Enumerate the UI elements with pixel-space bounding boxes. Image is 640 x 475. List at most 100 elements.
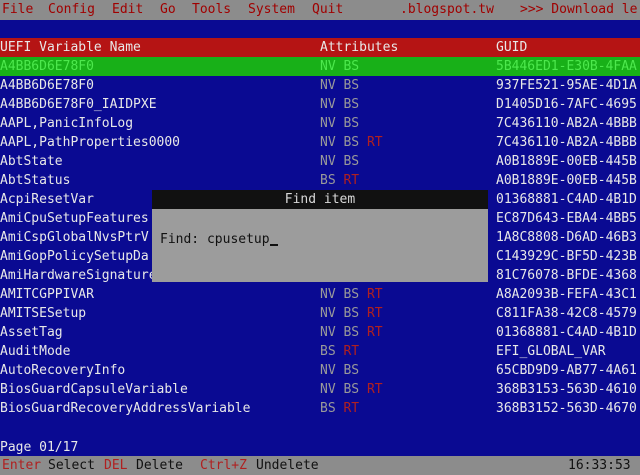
- enter-key-hint: Enter: [2, 458, 42, 473]
- ctrlz-key-hint: Ctrl+Z: [200, 458, 247, 473]
- table-row[interactable]: A4BB6D6E78F0 NV BS 937FE521-95AE-4D1A: [0, 76, 640, 95]
- variable-name: AmiGopPolicySetupDa: [0, 249, 149, 264]
- table-row[interactable]: AutoRecoveryInfo NV BS 65CBD9D9-AB77-4A61: [0, 361, 640, 380]
- attribute-flag: BS: [343, 363, 360, 378]
- attribute-flag: RT: [366, 325, 383, 340]
- variable-guid: A0B1889E-00EB-445B: [496, 154, 637, 169]
- find-field-row: Find: cpusetup: [160, 230, 278, 249]
- variable-name: A4BB6D6E78F0_IAIDPXE: [0, 97, 157, 112]
- variable-name: AMITSESetup: [0, 306, 87, 321]
- attribute-flag: NV: [320, 59, 336, 74]
- variable-name: AcpiResetVar: [0, 192, 94, 207]
- attribute-flag: RT: [343, 401, 360, 416]
- table-row[interactable]: A4BB6D6E78F0 NV BS 5B446ED1-E30B-4FAA: [0, 57, 640, 76]
- variable-name: BiosGuardCapsuleVariable: [0, 382, 188, 397]
- attribute-flag: BS: [343, 116, 360, 131]
- attribute-flag: BS: [343, 59, 360, 74]
- attribute-flag: NV: [320, 325, 336, 340]
- variable-name: AMITCGPPIVAR: [0, 287, 94, 302]
- variable-attributes: NV BS: [320, 361, 359, 380]
- table-row[interactable]: AbtStatus BS RT A0B1889E-00EB-445B: [0, 171, 640, 190]
- attribute-flag: NV: [320, 154, 336, 169]
- attribute-flag: BS: [343, 287, 360, 302]
- variable-name: AAPL,PanicInfoLog: [0, 116, 134, 131]
- variable-attributes: NV BS: [320, 114, 359, 133]
- attribute-flag: BS: [343, 154, 360, 169]
- variable-name: AAPL,PathProperties0000: [0, 135, 181, 150]
- menu-config[interactable]: Config: [48, 0, 95, 20]
- variable-guid: 81C76078-BFDE-4368: [496, 268, 637, 283]
- variable-name: A4BB6D6E78F0: [0, 59, 94, 74]
- delete-label[interactable]: Delete: [136, 456, 183, 475]
- select-label[interactable]: Select: [48, 456, 95, 475]
- table-row[interactable]: BiosGuardCapsuleVariable NV BS RT 368B3153…: [0, 380, 640, 399]
- table-row[interactable]: AuditMode BS RT EFI_GLOBAL_VAR: [0, 342, 640, 361]
- find-input[interactable]: cpusetup: [207, 232, 270, 247]
- variable-name: AssetTag: [0, 325, 63, 340]
- table-row[interactable]: AssetTag NV BS RT 01368881-C4AD-4B1D: [0, 323, 640, 342]
- menu-bar: File Config Edit Go Tools System Quit .b…: [0, 0, 640, 20]
- variable-name: AutoRecoveryInfo: [0, 363, 126, 378]
- attribute-flag: BS: [343, 78, 360, 93]
- variable-attributes: NV BS: [320, 76, 359, 95]
- variable-guid: 5B446ED1-E30B-4FAA: [496, 59, 637, 74]
- variable-guid: 7C436110-AB2A-4BBB: [496, 135, 637, 150]
- variable-name: AmiCspGlobalNvsPtrV: [0, 230, 149, 245]
- attribute-flag: RT: [366, 382, 383, 397]
- attribute-flag: NV: [320, 363, 336, 378]
- attribute-flag: RT: [366, 135, 383, 150]
- attribute-flag: BS: [320, 401, 336, 416]
- variable-guid: 01368881-C4AD-4B1D: [496, 192, 637, 207]
- table-row[interactable]: BiosGuardRecoveryAddressVariable BS RT 368…: [0, 399, 640, 418]
- variable-guid: 368B3153-563D-4610: [496, 382, 637, 397]
- variable-name: AmiCpuSetupFeatures: [0, 211, 149, 226]
- page-bar: Page 01/17: [0, 438, 640, 457]
- variable-attributes: BS RT: [320, 171, 359, 190]
- undelete-label[interactable]: Undelete: [256, 456, 319, 475]
- variable-attributes: BS RT: [320, 399, 359, 418]
- menu-file[interactable]: File: [2, 0, 33, 20]
- attribute-flag: BS: [343, 382, 360, 397]
- menu-system[interactable]: System: [248, 0, 295, 20]
- attribute-flag: NV: [320, 78, 336, 93]
- variable-name: A4BB6D6E78F0: [0, 78, 94, 93]
- variable-guid: C811FA38-42C8-4579: [496, 306, 637, 321]
- attribute-flag: BS: [320, 173, 336, 188]
- attribute-flag: RT: [366, 287, 383, 302]
- attribute-flag: NV: [320, 97, 336, 112]
- variable-attributes: NV BS RT: [320, 323, 383, 342]
- banner-blog: .blogspot.tw: [400, 2, 494, 17]
- status-bar: Enter Select DEL Delete Ctrl+Z Undelete …: [0, 456, 640, 475]
- attribute-flag: NV: [320, 382, 336, 397]
- table-row[interactable]: AMITSESetup NV BS RT C811FA38-42C8-4579: [0, 304, 640, 323]
- table-row[interactable]: A4BB6D6E78F0_IAIDPXE NV BS D1405D16-7AFC-4…: [0, 95, 640, 114]
- table-row[interactable]: AbtState NV BS A0B1889E-00EB-445B: [0, 152, 640, 171]
- variable-attributes: NV BS RT: [320, 133, 383, 152]
- variable-name: AuditMode: [0, 344, 71, 359]
- variable-guid: C143929C-BF5D-423B: [496, 249, 637, 264]
- variable-attributes: NV BS RT: [320, 285, 383, 304]
- table-row[interactable]: AAPL,PathProperties0000 NV BS RT 7C436110-…: [0, 133, 640, 152]
- attribute-flag: BS: [343, 135, 360, 150]
- attribute-flag: BS: [320, 344, 336, 359]
- variable-guid: 1A8C8808-D6AD-46B3: [496, 230, 637, 245]
- variable-name: AbtStatus: [0, 173, 71, 188]
- table-header: UEFI Variable Name Attributes GUID: [0, 38, 640, 57]
- variable-guid: 7C436110-AB2A-4BBB: [496, 116, 637, 131]
- banner-download: >>> Download le: [520, 2, 638, 17]
- text-cursor: [269, 244, 278, 246]
- header-name: UEFI Variable Name: [0, 40, 141, 55]
- page-indicator: Page 01/17: [0, 440, 79, 455]
- table-row[interactable]: AMITCGPPIVAR NV BS RT A8A2093B-FEFA-43C1: [0, 285, 640, 304]
- menu-quit[interactable]: Quit: [312, 0, 343, 20]
- variable-attributes: NV BS: [320, 57, 359, 76]
- variable-guid: 01368881-C4AD-4B1D: [496, 325, 637, 340]
- find-label: Find:: [160, 232, 200, 247]
- attribute-flag: BS: [343, 325, 360, 340]
- table-row[interactable]: AAPL,PanicInfoLog NV BS 7C436110-AB2A-4BBB: [0, 114, 640, 133]
- menu-tools[interactable]: Tools: [192, 0, 231, 20]
- variable-guid: 937FE521-95AE-4D1A: [496, 78, 637, 93]
- attribute-flag: RT: [366, 306, 383, 321]
- menu-go[interactable]: Go: [160, 0, 176, 20]
- menu-edit[interactable]: Edit: [112, 0, 143, 20]
